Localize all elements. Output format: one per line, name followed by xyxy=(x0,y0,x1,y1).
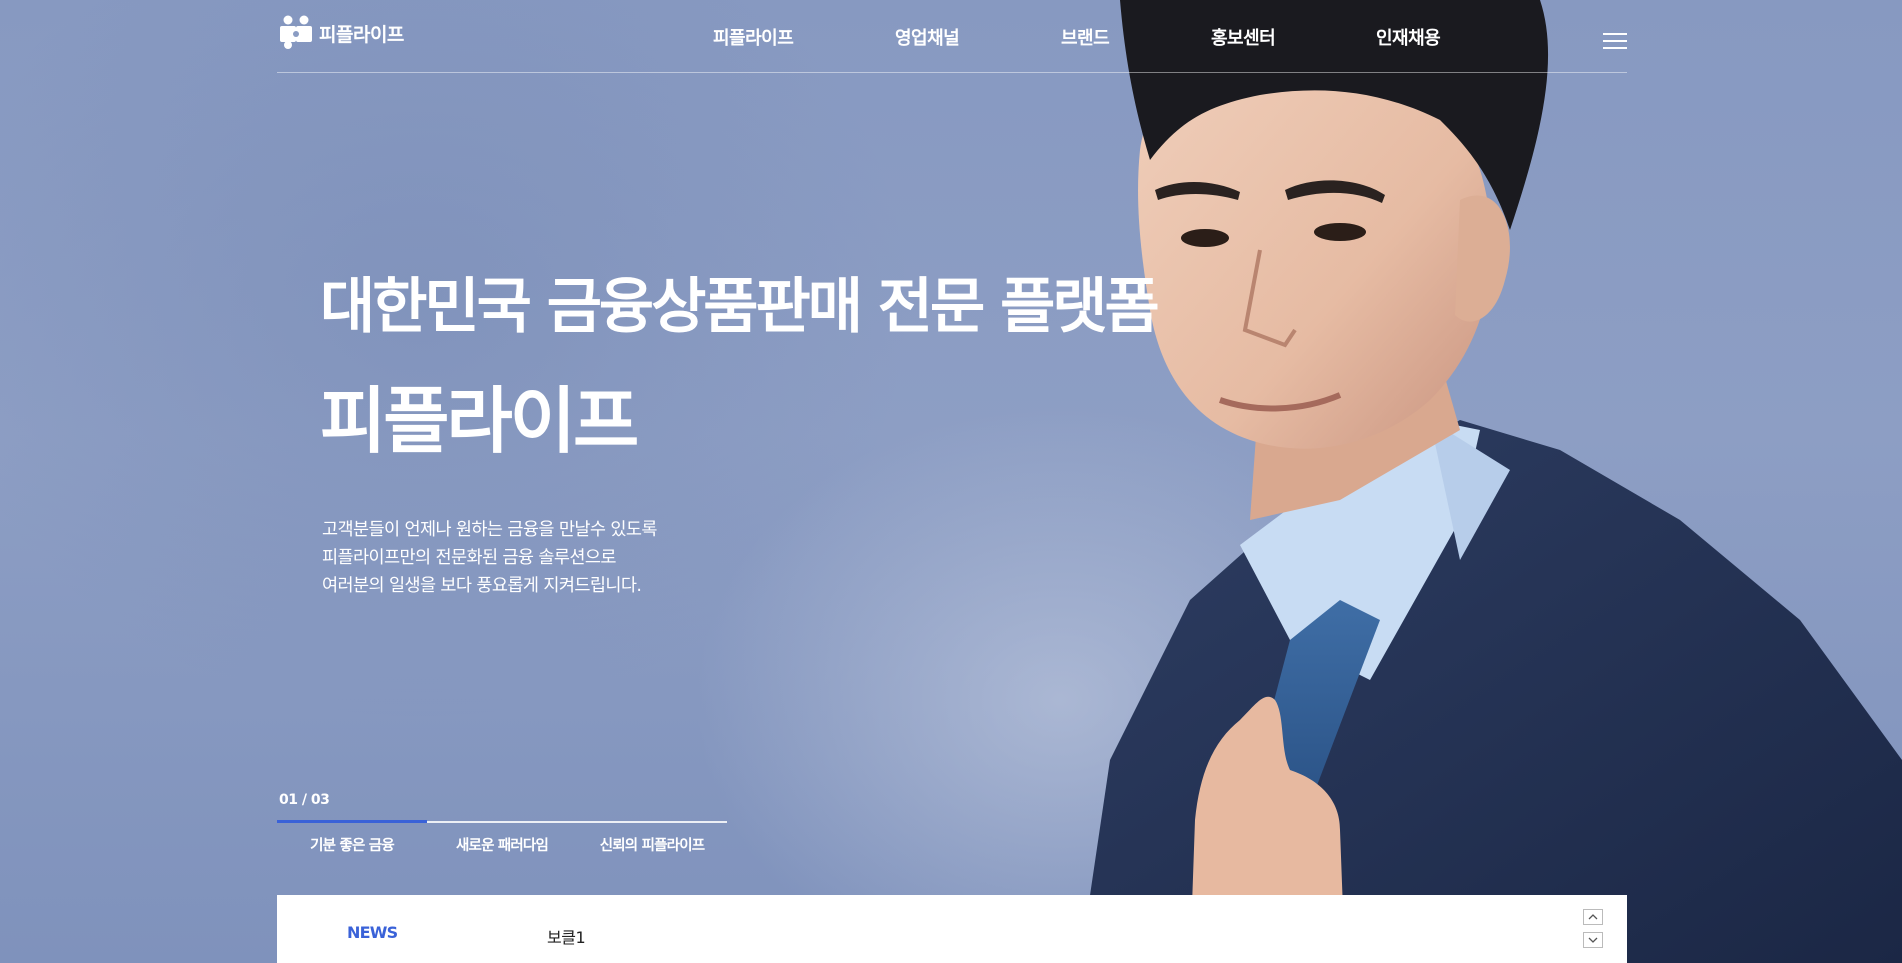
slide-tab-new-paradigm[interactable]: 새로운 패러다임 xyxy=(427,834,577,855)
nav-item-recruit[interactable]: 인재채용 xyxy=(1376,24,1441,50)
chevron-down-icon[interactable] xyxy=(1583,932,1603,948)
slide-progress-bar xyxy=(277,820,427,823)
hero-banner: 피플라이프 피플라이프 영업채널 브랜드 홍보센터 인재채용 대한민국 금융상품… xyxy=(0,0,1902,963)
hamburger-icon[interactable] xyxy=(1603,30,1627,50)
hero-description-line: 고객분들이 언제나 원하는 금융을 만날수 있도록 xyxy=(322,520,657,540)
nav-item-sales-channel[interactable]: 영업채널 xyxy=(895,24,960,50)
main-nav: 피플라이프 영업채널 브랜드 홍보센터 인재채용 xyxy=(277,24,1627,50)
chevron-up-icon[interactable] xyxy=(1583,909,1603,925)
slide-tabs: 기분 좋은 금융 새로운 패러다임 신뢰의 피플라이프 xyxy=(277,834,727,858)
slide-counter: 01 / 03 xyxy=(279,792,330,808)
hero-description: 고객분들이 언제나 원하는 금융을 만날수 있도록 피플라이프만의 전문화된 금… xyxy=(322,516,657,600)
hero-model-image xyxy=(1040,0,1902,963)
hero-title: 대한민국 금융상품판매 전문 플랫폼 xyxy=(320,272,1160,342)
slide-tab-good-finance[interactable]: 기분 좋은 금융 xyxy=(277,834,427,855)
nav-item-pr-center[interactable]: 홍보센터 xyxy=(1211,24,1276,50)
news-label: NEWS xyxy=(347,923,398,942)
nav-item-peoplelife[interactable]: 피플라이프 xyxy=(713,24,794,50)
nav-item-brand[interactable]: 브랜드 xyxy=(1061,24,1110,50)
news-item[interactable]: 보클1 xyxy=(547,924,586,948)
news-bar: NEWS 보클1 xyxy=(277,895,1627,963)
hero-brand-title: 피플라이프 xyxy=(320,379,639,463)
hero-description-line: 여러분의 일생을 보다 풍요롭게 지켜드립니다. xyxy=(322,576,642,596)
site-header: 피플라이프 피플라이프 영업채널 브랜드 홍보센터 인재채용 xyxy=(277,0,1627,73)
hero-description-line: 피플라이프만의 전문화된 금융 솔루션으로 xyxy=(322,548,616,568)
slide-tab-trust[interactable]: 신뢰의 피플라이프 xyxy=(577,834,727,855)
